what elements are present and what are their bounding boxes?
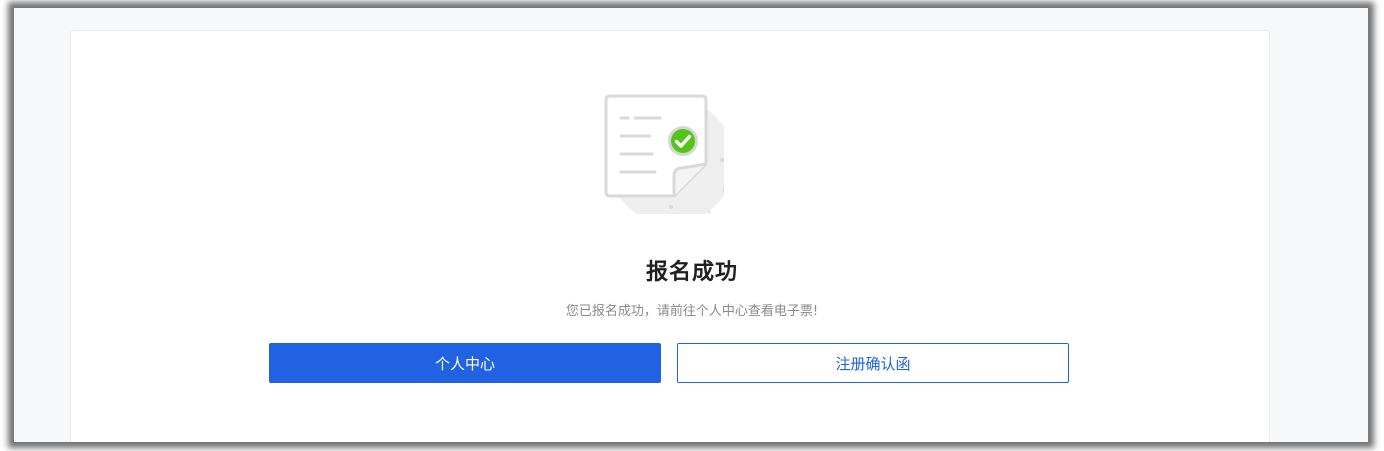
personal-center-button-label: 个人中心 (434, 354, 495, 373)
result-message: 您已报名成功，请前往个人中心查看电子票! (565, 304, 819, 319)
result-title: 报名成功 (645, 260, 738, 285)
personal-center-button[interactable]: 个人中心 (269, 343, 661, 383)
registration-confirmation-button-label: 注册确认函 (835, 354, 911, 373)
registration-confirmation-button[interactable]: 注册确认函 (677, 343, 1069, 383)
document-success-icon (604, 94, 724, 214)
screenshot-frame: 报名成功 您已报名成功，请前往个人中心查看电子票! 个人中心 注册确认函 (0, 0, 1384, 451)
